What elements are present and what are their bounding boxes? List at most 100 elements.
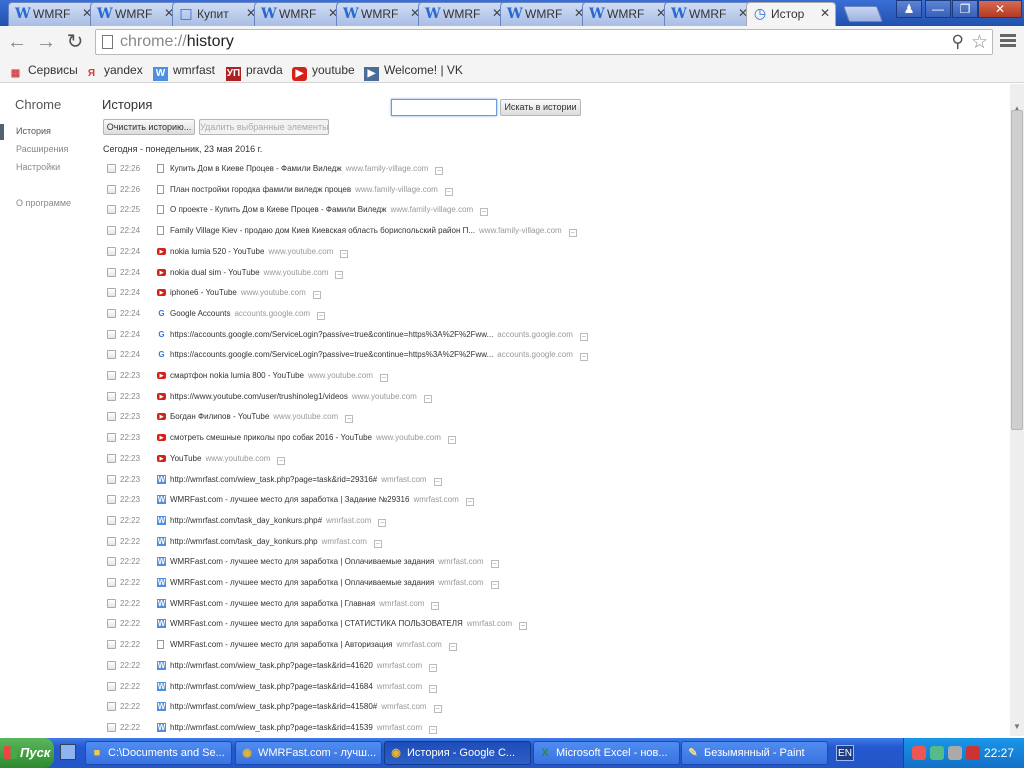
history-title-link[interactable]: План постройки городка фамили виледж про… bbox=[170, 185, 351, 194]
network-icon[interactable] bbox=[930, 746, 944, 760]
row-menu-icon[interactable]: – bbox=[378, 518, 387, 527]
row-menu-icon[interactable]: – bbox=[447, 436, 456, 445]
row-checkbox[interactable] bbox=[107, 598, 116, 608]
antivirus-icon[interactable] bbox=[966, 746, 980, 760]
delete-selected-button[interactable]: Удалить выбранные элементы bbox=[199, 119, 329, 135]
row-checkbox[interactable] bbox=[107, 515, 116, 525]
clear-history-button[interactable]: Очистить историю... bbox=[103, 119, 195, 135]
language-indicator[interactable]: EN bbox=[836, 745, 854, 761]
bookmark-item[interactable]: Яyandex bbox=[84, 62, 143, 80]
scroll-down-arrow-icon[interactable]: ▼ bbox=[1013, 722, 1021, 731]
row-menu-icon[interactable]: – bbox=[433, 705, 442, 714]
row-checkbox[interactable] bbox=[107, 453, 116, 463]
tab[interactable]: □ Купит ✕ bbox=[172, 2, 262, 26]
taskbar-button[interactable]: ◉ WMRFast.com - лучш... bbox=[235, 741, 382, 765]
row-checkbox[interactable] bbox=[107, 164, 116, 173]
row-menu-icon[interactable]: – bbox=[465, 498, 474, 507]
row-menu-icon[interactable]: – bbox=[568, 229, 577, 238]
row-menu-icon[interactable]: – bbox=[431, 601, 440, 610]
history-title-link[interactable]: http://wmrfast.com/task_day_konkurs.php# bbox=[170, 516, 322, 525]
row-checkbox[interactable] bbox=[107, 474, 116, 484]
tab[interactable]: W WMRF ✕ bbox=[418, 2, 508, 26]
sidebar-item-extensions[interactable]: Расширения bbox=[16, 144, 68, 154]
row-checkbox[interactable] bbox=[107, 205, 116, 215]
history-title-link[interactable]: https://accounts.google.com/ServiceLogin… bbox=[170, 330, 493, 339]
row-checkbox[interactable] bbox=[107, 495, 116, 505]
history-title-link[interactable]: WMRFast.com - лучшее место для заработка… bbox=[170, 495, 409, 504]
history-title-link[interactable]: http://wmrfast.com/wiew_task.php?page=ta… bbox=[170, 723, 373, 732]
row-menu-icon[interactable]: – bbox=[312, 291, 321, 300]
bookmark-star-icon[interactable]: ☆ bbox=[971, 31, 988, 54]
row-menu-icon[interactable]: – bbox=[579, 332, 588, 341]
sidebar-item-about[interactable]: О программе bbox=[16, 198, 71, 208]
row-menu-icon[interactable]: – bbox=[340, 249, 349, 258]
row-menu-icon[interactable]: – bbox=[345, 415, 354, 424]
history-title-link[interactable]: http://wmrfast.com/wiew_task.php?page=ta… bbox=[170, 661, 373, 670]
tab[interactable]: W WMRF ✕ bbox=[8, 2, 98, 26]
maximize-button[interactable]: ❐ bbox=[952, 0, 978, 18]
row-checkbox[interactable] bbox=[107, 702, 116, 712]
row-menu-icon[interactable]: – bbox=[480, 208, 489, 217]
history-title-link[interactable]: http://wmrfast.com/task_day_konkurs.php bbox=[170, 537, 318, 546]
history-title-link[interactable]: WMRFast.com - лучшее место для заработка… bbox=[170, 599, 375, 608]
sidebar-item-settings[interactable]: Настройки bbox=[16, 162, 60, 172]
back-arrow-icon[interactable]: ← bbox=[5, 30, 29, 54]
row-menu-icon[interactable]: – bbox=[519, 622, 528, 631]
row-menu-icon[interactable]: – bbox=[444, 187, 453, 196]
row-menu-icon[interactable]: – bbox=[379, 374, 388, 382]
row-menu-icon[interactable]: – bbox=[490, 560, 499, 569]
tab[interactable]: W WMRF ✕ bbox=[500, 2, 590, 26]
row-checkbox[interactable] bbox=[107, 412, 116, 422]
history-title-link[interactable]: О проекте - Купить Дом в Киеве Процев - … bbox=[170, 205, 387, 214]
row-checkbox[interactable] bbox=[107, 184, 116, 194]
new-tab-button[interactable] bbox=[843, 6, 883, 22]
row-checkbox[interactable] bbox=[107, 433, 116, 443]
row-checkbox[interactable] bbox=[107, 640, 116, 650]
zoom-icon[interactable]: ⚲ bbox=[952, 32, 964, 52]
tab[interactable]: W WMRF ✕ bbox=[664, 2, 754, 26]
address-text[interactable]: chrome://history bbox=[120, 33, 234, 51]
vertical-scrollbar[interactable]: ▲ ▼ bbox=[1010, 84, 1024, 736]
tab[interactable]: W WMRF ✕ bbox=[336, 2, 426, 26]
history-title-link[interactable]: Google Accounts bbox=[170, 309, 230, 318]
forward-arrow-icon[interactable]: → bbox=[34, 30, 58, 54]
row-checkbox[interactable] bbox=[107, 557, 116, 567]
history-title-link[interactable]: nokia dual sim - YouTube bbox=[170, 268, 260, 277]
bookmark-item[interactable]: Wwmrfast bbox=[153, 62, 215, 81]
row-checkbox[interactable] bbox=[107, 722, 116, 732]
row-checkbox[interactable] bbox=[107, 267, 116, 277]
taskbar-button[interactable]: ◉ История - Google C... bbox=[384, 741, 531, 765]
tab[interactable]: W WMRF ✕ bbox=[582, 2, 672, 26]
row-checkbox[interactable] bbox=[107, 660, 116, 670]
row-menu-icon[interactable]: – bbox=[490, 581, 499, 589]
history-title-link[interactable]: WMRFast.com - лучшее место для заработка… bbox=[170, 619, 463, 628]
reload-icon[interactable]: ↻ bbox=[63, 30, 87, 54]
history-title-link[interactable]: WMRFast.com - лучшее место для заработка… bbox=[170, 640, 393, 649]
tab[interactable]: ◷ Истор ✕ bbox=[746, 2, 836, 26]
row-checkbox[interactable] bbox=[107, 288, 116, 298]
bookmark-item[interactable]: ▶ youtube bbox=[292, 62, 355, 81]
row-menu-icon[interactable]: – bbox=[335, 270, 344, 279]
user-icon[interactable]: ♟ bbox=[896, 0, 922, 18]
history-title-link[interactable]: http://wmrfast.com/wiew_task.php?page=ta… bbox=[170, 475, 377, 484]
row-checkbox[interactable] bbox=[107, 226, 116, 236]
history-title-link[interactable]: Богдан Филипов - YouTube bbox=[170, 412, 269, 421]
history-title-link[interactable]: смартфон nokia lumia 800 - YouTube bbox=[170, 371, 304, 380]
tray-app-icon[interactable] bbox=[948, 746, 962, 760]
tab[interactable]: W WMRF ✕ bbox=[90, 2, 180, 26]
bookmark-item[interactable]: УП pravda bbox=[226, 62, 283, 81]
start-button[interactable]: Пуск bbox=[0, 738, 54, 768]
row-menu-icon[interactable]: – bbox=[448, 643, 457, 652]
history-title-link[interactable]: WMRFast.com - лучшее место для заработка… bbox=[170, 557, 434, 566]
history-title-link[interactable]: http://wmrfast.com/wiew_task.php?page=ta… bbox=[170, 702, 377, 711]
history-title-link[interactable]: смотреть смешные приколы про собак 2016 … bbox=[170, 433, 372, 442]
history-title-link[interactable]: Купить Дом в Киеве Процев - Фамили Вилед… bbox=[170, 164, 342, 173]
row-checkbox[interactable] bbox=[107, 391, 116, 401]
tab[interactable]: W WMRF ✕ bbox=[254, 2, 344, 26]
minimize-button[interactable]: — bbox=[925, 0, 951, 18]
sidebar-item-history[interactable]: История bbox=[16, 126, 51, 136]
address-bar[interactable]: chrome://history ⚲ ☆ bbox=[95, 29, 993, 55]
taskbar-button[interactable]: ✎ Безымянный - Paint bbox=[681, 741, 828, 765]
row-checkbox[interactable] bbox=[107, 619, 116, 629]
history-title-link[interactable]: iphone6 - YouTube bbox=[170, 288, 237, 297]
